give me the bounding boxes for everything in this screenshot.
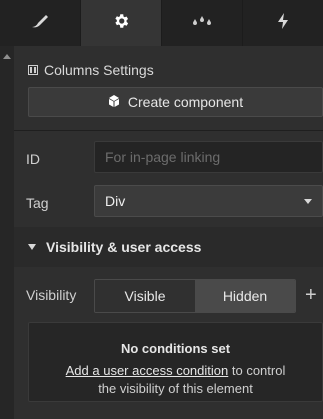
create-component-button[interactable]: Create component (28, 87, 323, 117)
tab-settings[interactable] (81, 0, 162, 46)
chevron-down-icon (304, 198, 312, 204)
hidden-option[interactable]: Hidden (195, 280, 295, 312)
section-title: Columns Settings (28, 62, 154, 78)
tab-style[interactable] (0, 0, 81, 46)
tab-style-manager[interactable] (162, 0, 243, 46)
add-condition-icon[interactable]: + (305, 284, 317, 307)
caret-down-icon (28, 244, 36, 250)
conditions-description: Add a user access condition to control t… (29, 362, 322, 398)
section-title-text: Columns Settings (44, 62, 154, 78)
id-label: ID (26, 151, 40, 167)
tag-selected-value: Div (105, 193, 126, 209)
tag-select[interactable]: Div (94, 185, 323, 217)
visibility-label: Visibility (26, 287, 77, 303)
brush-icon (30, 13, 50, 34)
panel-tabs (0, 0, 323, 47)
divider (14, 130, 323, 131)
columns-icon (28, 65, 38, 75)
tag-label: Tag (26, 195, 49, 211)
lightning-icon (276, 12, 290, 35)
component-icon (108, 94, 120, 110)
conditions-box: No conditions set Add a user access cond… (28, 322, 323, 402)
id-field[interactable]: For in-page linking (94, 141, 323, 173)
tab-interactions[interactable] (243, 0, 323, 46)
conditions-line2: the visibility of this element (98, 381, 253, 396)
visibility-section-title: Visibility & user access (46, 239, 202, 255)
conditions-rest: to control (228, 363, 286, 378)
conditions-title: No conditions set (120, 341, 231, 356)
id-placeholder: For in-page linking (105, 149, 221, 165)
droplets-icon (191, 13, 213, 34)
visibility-row: Visibility Visible Hidden + (14, 279, 323, 313)
create-component-label: Create component (127, 94, 244, 110)
add-condition-link[interactable]: Add a user access condition (66, 363, 229, 378)
gear-icon (112, 12, 130, 35)
settings-panel: Columns Settings Create component ID For… (14, 46, 323, 419)
visibility-toggle: Visible Hidden (94, 279, 296, 313)
left-strip (0, 46, 14, 419)
visibility-section-header[interactable]: Visibility & user access (14, 227, 323, 267)
collapse-caret-icon[interactable] (3, 54, 11, 59)
visible-option[interactable]: Visible (95, 280, 195, 312)
